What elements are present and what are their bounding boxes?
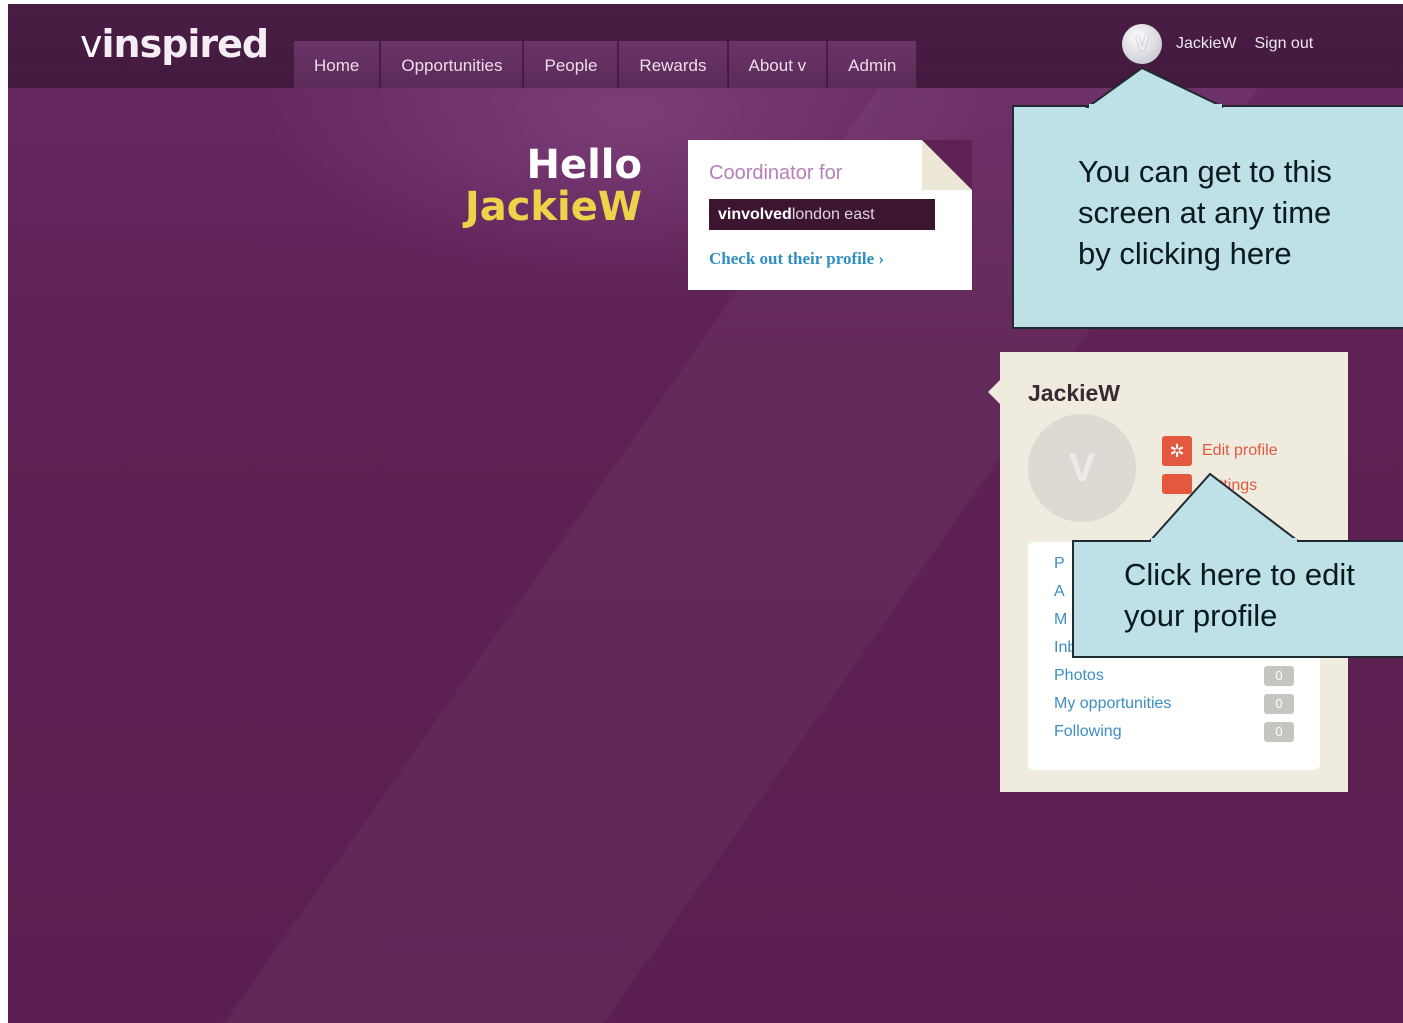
greeting-hello: Hello — [526, 142, 642, 188]
list-item-my-opportunities[interactable]: My opportunities 0 — [1054, 690, 1294, 718]
app-frame: vinspired Home Opportunities People Rewa… — [8, 4, 1403, 1023]
count-badge: 0 — [1264, 722, 1294, 742]
nav-tab-home[interactable]: Home — [294, 41, 381, 88]
callout-top-pointer — [1084, 66, 1224, 108]
edit-profile-button[interactable]: ✲ Edit profile — [1162, 436, 1278, 466]
organisation-badge: vinvolvedlondon east — [709, 199, 935, 230]
profile-avatar: V — [1028, 414, 1136, 522]
panel-pointer — [988, 380, 1000, 404]
callout-top: You can get to this screen at any time b… — [1012, 105, 1403, 329]
panel-username: JackieW — [1028, 380, 1121, 406]
greeting-username: JackieW — [464, 184, 642, 230]
user-avatar[interactable]: V — [1122, 24, 1162, 64]
callout-bottom-pointer — [1147, 472, 1301, 542]
nav-tab-about[interactable]: About v — [728, 41, 828, 88]
nav-tab-admin[interactable]: Admin — [828, 41, 918, 88]
count-badge: 0 — [1264, 694, 1294, 714]
check-profile-link[interactable]: Check out their profile › — [709, 249, 884, 269]
nav-tab-rewards[interactable]: Rewards — [619, 41, 728, 88]
sign-out-link[interactable]: Sign out — [1254, 35, 1313, 53]
coordinator-card: Coordinator for vinvolvedlondon east Che… — [688, 140, 972, 290]
gear-icon: ✲ — [1162, 436, 1192, 466]
user-menu: V JackieW Sign out — [1122, 24, 1313, 64]
coordinator-label: Coordinator for — [709, 162, 843, 184]
user-name-link[interactable]: JackieW — [1176, 35, 1236, 53]
greeting: Hello JackieW — [438, 144, 642, 228]
page-fold-corner — [922, 140, 972, 190]
list-item-following[interactable]: Following 0 — [1054, 718, 1294, 746]
nav-tab-opportunities[interactable]: Opportunities — [381, 41, 524, 88]
list-item-photos[interactable]: Photos 0 — [1054, 662, 1294, 690]
nav-tab-people[interactable]: People — [524, 41, 619, 88]
count-badge: 0 — [1264, 666, 1294, 686]
callout-bottom: Click here to edit your profile — [1072, 540, 1403, 658]
main-nav: Home Opportunities People Rewards About … — [294, 41, 918, 88]
vinspired-logo[interactable]: vinspired — [80, 22, 269, 66]
